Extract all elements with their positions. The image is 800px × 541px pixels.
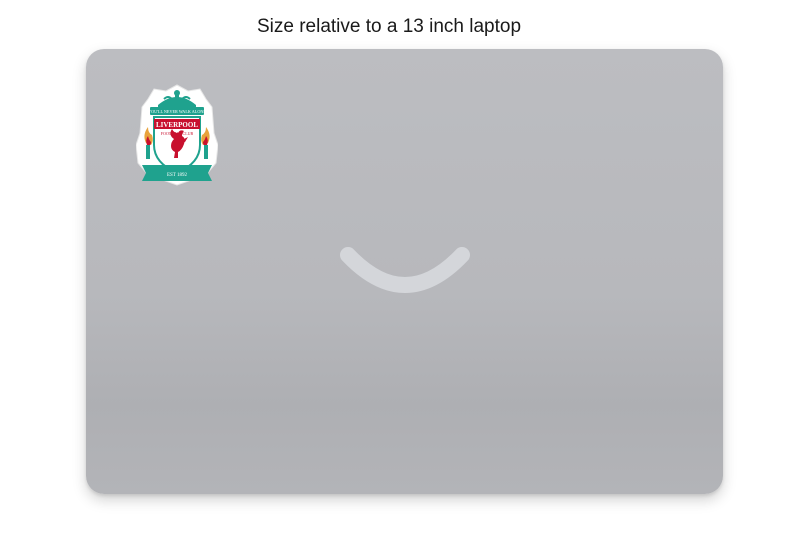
laptop-lid: YOU'LL NEVER WALK ALONE LIVERPOOL FOOTBA… xyxy=(86,49,723,494)
established-text: EST 1892 xyxy=(167,173,188,178)
motto-text: YOU'LL NEVER WALK ALONE xyxy=(148,109,206,114)
liverpool-crest-icon: YOU'LL NEVER WALK ALONE LIVERPOOL FOOTBA… xyxy=(136,84,218,186)
size-caption: Size relative to a 13 inch laptop xyxy=(256,16,522,37)
liverpool-crest-sticker: YOU'LL NEVER WALK ALONE LIVERPOOL FOOTBA… xyxy=(136,83,218,187)
smile-logo-icon xyxy=(340,245,470,297)
club-name-text: LIVERPOOL xyxy=(156,121,198,129)
